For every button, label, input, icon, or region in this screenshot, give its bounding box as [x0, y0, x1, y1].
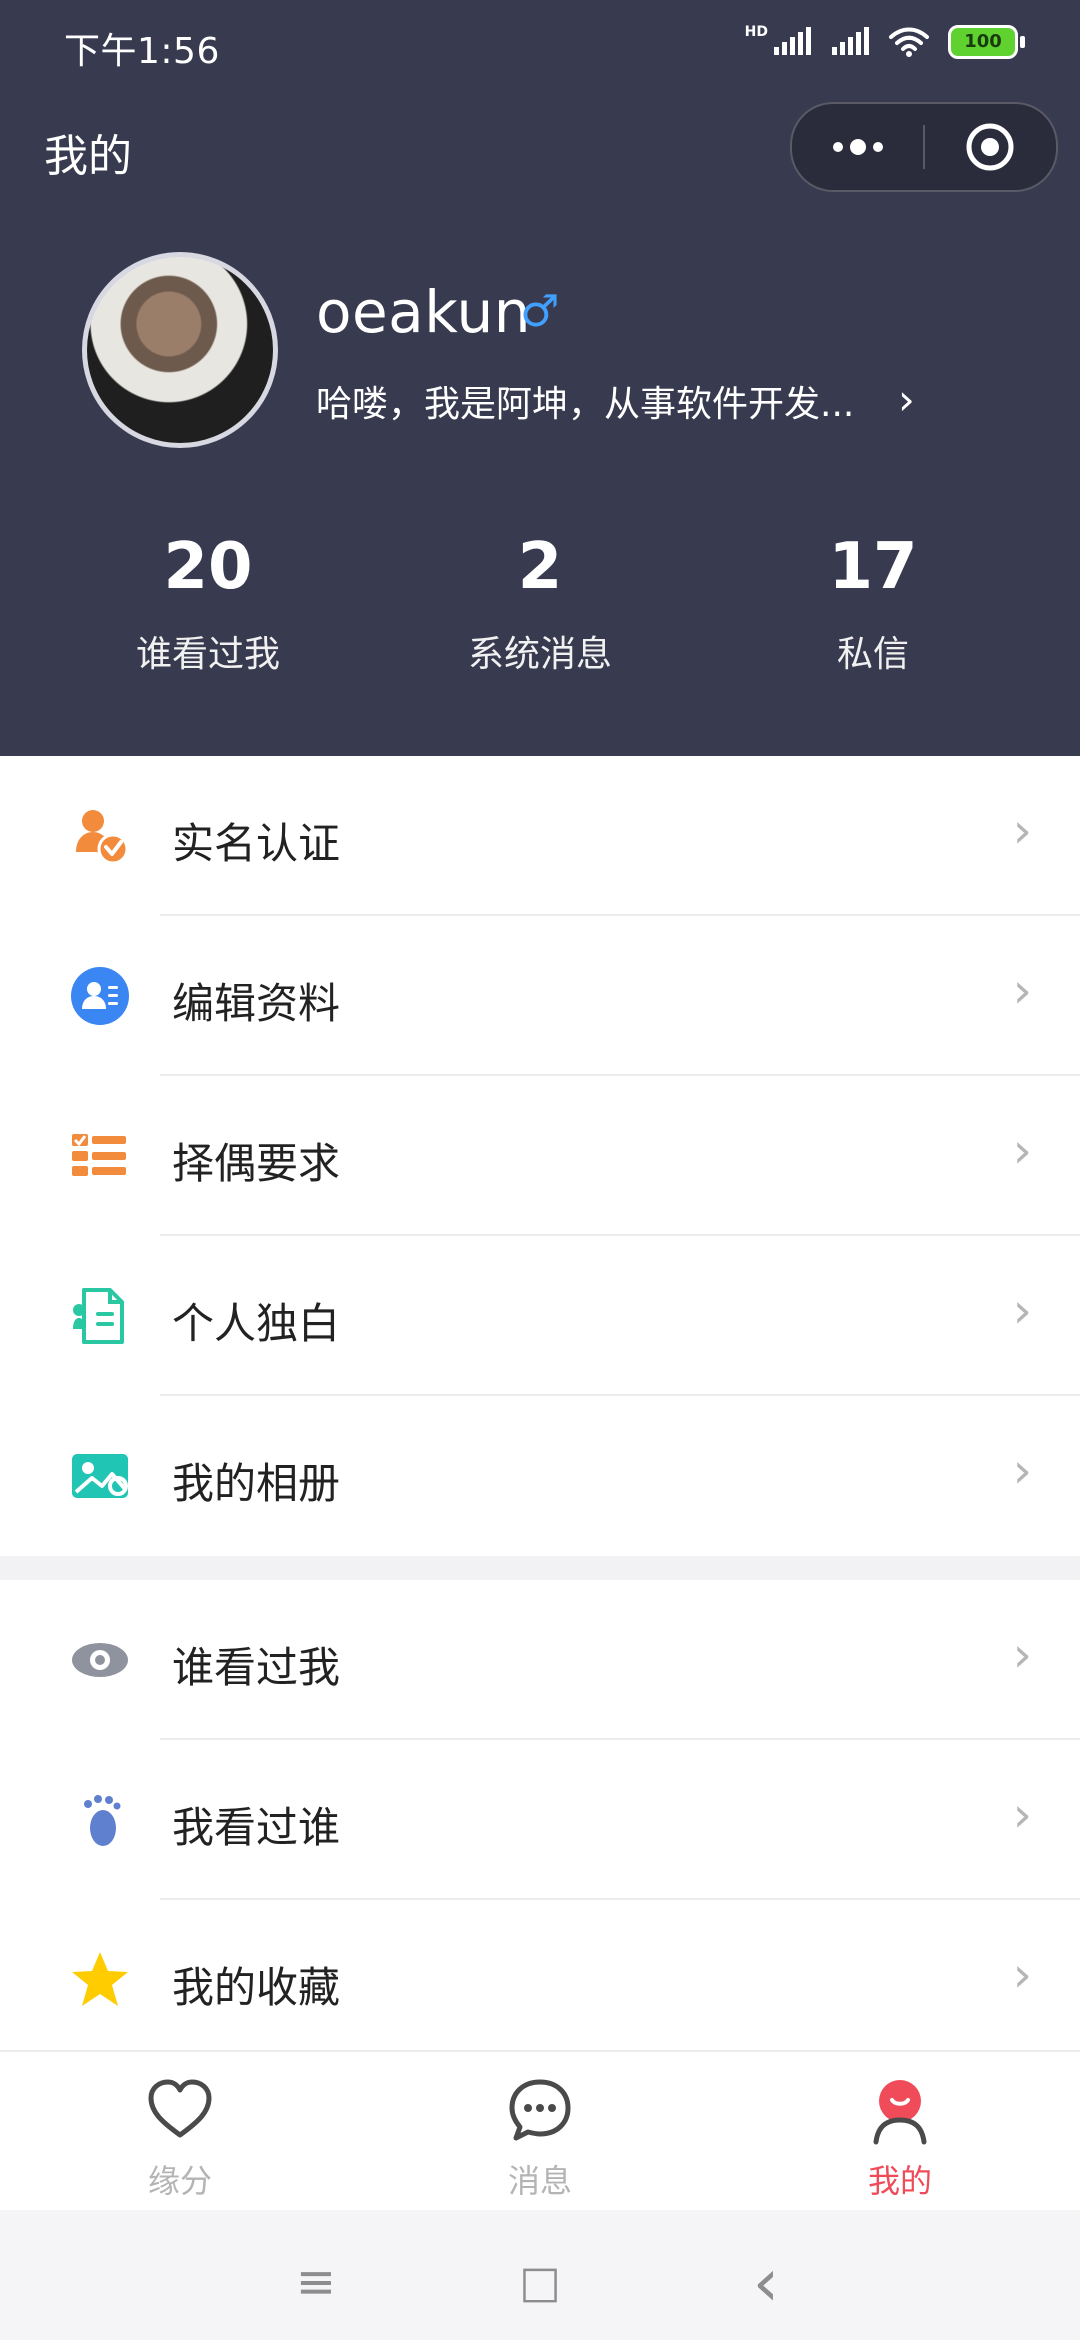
tab-label: 缘分	[147, 2162, 212, 2200]
menu-item-label: 个人独白	[172, 1299, 341, 1348]
status-icons: HD 100	[744, 22, 1025, 62]
chevron-right-icon: ›	[1012, 1947, 1032, 2003]
chevron-right-icon: ›	[1012, 963, 1032, 1019]
menu-item-label: 实名认证	[172, 819, 341, 868]
checklist-icon	[68, 1124, 132, 1188]
menu-nav-button[interactable]: ≡	[276, 2242, 356, 2322]
chevron-right-icon: ›	[1012, 1443, 1032, 1499]
chevron-right-icon[interactable]: ›	[898, 375, 915, 424]
page-title: 我的	[44, 131, 132, 182]
menu-item-label: 编辑资料	[172, 979, 341, 1028]
stat-private-messages[interactable]: 17 私信	[743, 535, 1003, 677]
mine-icon	[873, 2080, 927, 2145]
stat-system-messages[interactable]: 2 系统消息	[410, 535, 670, 677]
signal-icon	[832, 27, 869, 55]
photo-album-icon	[68, 1444, 132, 1508]
menu-item-label: 谁看过我	[172, 1643, 341, 1692]
message-icon	[509, 2079, 571, 2141]
menu-item-label: 我的收藏	[172, 1963, 341, 2012]
close-miniapp-button[interactable]	[925, 104, 1056, 190]
tab-messages[interactable]: 消息	[440, 2074, 640, 2202]
tab-fate[interactable]: 缘分	[80, 2074, 280, 2202]
star-icon	[68, 1948, 132, 2012]
footprint-icon	[68, 1788, 132, 1852]
stat-label: 谁看过我	[135, 634, 280, 675]
bottom-tab-bar: 缘分 消息 我的	[0, 2050, 1080, 2210]
stat-label: 系统消息	[467, 634, 612, 675]
username: oeakun	[316, 278, 532, 346]
menu-item-who-viewed-me[interactable]: 谁看过我 ›	[0, 1580, 1080, 1740]
chevron-right-icon: ›	[1012, 1627, 1032, 1683]
stat-value: 17	[828, 530, 918, 604]
heart-icon	[148, 2079, 212, 2138]
stat-value: 2	[517, 530, 563, 604]
menu-item-edit-profile[interactable]: 编辑资料 ›	[0, 916, 1080, 1076]
profile-header: 下午1:56 HD 100 我的 oeakun ♂ 哈喽，我是阿坤，从事软件开发…	[0, 0, 1080, 756]
more-dots-icon	[832, 139, 883, 155]
document-icon	[68, 1284, 132, 1348]
miniapp-capsule	[790, 102, 1058, 192]
eye-icon	[68, 1628, 132, 1692]
more-button[interactable]	[792, 104, 923, 190]
stat-viewers[interactable]: 20 谁看过我	[78, 535, 338, 677]
avatar[interactable]	[82, 252, 278, 448]
menu-item-photo-album[interactable]: 我的相册 ›	[0, 1396, 1080, 1556]
chevron-right-icon: ›	[1012, 1787, 1032, 1843]
menu-item-partner-requirements[interactable]: 择偶要求 ›	[0, 1076, 1080, 1236]
stat-value: 20	[163, 530, 253, 604]
tab-label: 消息	[507, 2162, 572, 2200]
activity-menu: 谁看过我 › 我看过谁 › 我的收藏 ›	[0, 1580, 1080, 2060]
chevron-right-icon: ›	[1012, 1283, 1032, 1339]
stat-label: 私信	[836, 634, 909, 675]
menu-item-label: 我看过谁	[172, 1803, 341, 1852]
tab-mine[interactable]: 我的	[800, 2074, 1000, 2202]
chevron-right-icon: ›	[1012, 1123, 1032, 1179]
status-time: 下午1:56	[64, 31, 220, 72]
wifi-icon	[889, 27, 929, 57]
menu-item-favorites[interactable]: 我的收藏 ›	[0, 1900, 1080, 2060]
account-menu: 实名认证 › 编辑资料 › 择偶要求 › 个人独白 › 我的相册 ›	[0, 756, 1080, 1556]
battery-icon: 100	[948, 25, 1025, 59]
profile-bio[interactable]: 哈喽，我是阿坤，从事软件开发...	[316, 375, 876, 427]
chevron-right-icon: ›	[1012, 803, 1032, 859]
profile-edit-icon	[68, 964, 132, 1028]
hd-label: HD	[744, 24, 768, 40]
system-navigation-bar: ≡ □ ‹	[0, 2210, 1080, 2340]
menu-item-label: 择偶要求	[172, 1139, 341, 1188]
tab-label: 我的	[867, 2162, 932, 2200]
menu-item-real-name-verification[interactable]: 实名认证 ›	[0, 756, 1080, 916]
verification-icon	[68, 804, 132, 868]
back-nav-button[interactable]: ‹	[726, 2242, 806, 2322]
gender-male-icon: ♂	[520, 286, 560, 337]
home-nav-button[interactable]: □	[500, 2242, 580, 2322]
menu-item-who-i-viewed[interactable]: 我看过谁 ›	[0, 1740, 1080, 1900]
menu-item-personal-monologue[interactable]: 个人独白 ›	[0, 1236, 1080, 1396]
signal-icon	[774, 27, 811, 55]
menu-item-label: 我的相册	[172, 1459, 341, 1508]
record-icon	[966, 123, 1014, 171]
